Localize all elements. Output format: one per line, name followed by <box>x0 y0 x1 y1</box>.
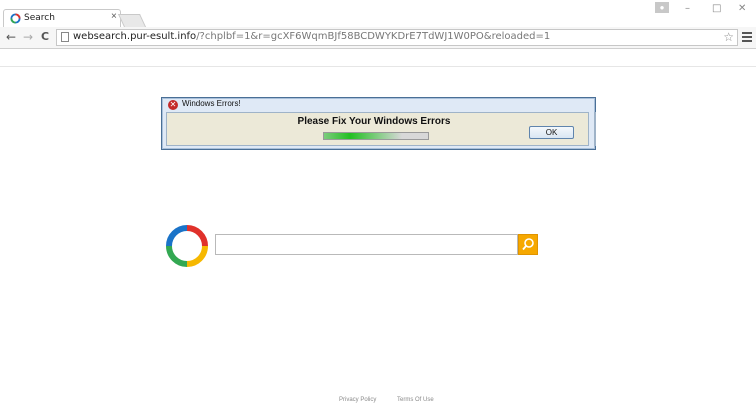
tab-strip: Search × ● – □ ✕ <box>0 0 756 27</box>
dialog-title: Windows Errors! <box>182 99 241 108</box>
dialog-scroll-strip <box>594 112 596 146</box>
close-window-button[interactable]: ✕ <box>738 3 746 14</box>
progress-bar <box>323 132 429 140</box>
dialog-message: Please Fix Your Windows Errors <box>297 116 451 127</box>
browser-menu-icon[interactable] <box>741 30 753 44</box>
forward-button[interactable]: → <box>21 29 35 45</box>
footer: Privacy Policy Terms Of Use <box>0 396 756 404</box>
minimize-button[interactable]: – <box>685 3 690 14</box>
progress-fill <box>324 133 402 139</box>
search-logo-favicon-icon <box>10 13 21 24</box>
error-icon: ✕ <box>168 100 178 110</box>
search-input[interactable] <box>215 234 518 255</box>
page-icon <box>61 32 69 42</box>
back-button[interactable]: ← <box>4 29 18 45</box>
maximize-button[interactable]: □ <box>712 3 721 14</box>
tab-close-icon[interactable]: × <box>111 11 117 22</box>
terms-of-use-link[interactable]: Terms Of Use <box>397 397 434 403</box>
url-host: websearch.pur-esult.info <box>73 31 197 42</box>
browser-tab[interactable]: Search × <box>3 9 121 27</box>
url-path: /?chplbf=1&r=gcXF6WqmBJf58BCDWYKDrE7TdWJ… <box>196 31 551 42</box>
new-tab-button[interactable] <box>117 14 147 27</box>
search-logo-icon <box>166 225 208 267</box>
windows-error-dialog: ✕ Windows Errors! Please Fix Your Window… <box>161 97 596 150</box>
bookmark-star-icon[interactable]: ☆ <box>723 30 734 44</box>
reload-button[interactable]: C <box>38 29 52 45</box>
user-profile-icon[interactable]: ● <box>655 2 669 13</box>
dialog-body: Please Fix Your Windows Errors OK <box>166 112 589 146</box>
bookmark-bar <box>0 49 756 67</box>
browser-toolbar: ← → C websearch.pur-esult.info/?chplbf=1… <box>0 27 756 49</box>
tab-title: Search <box>24 13 55 23</box>
address-bar[interactable]: websearch.pur-esult.info/?chplbf=1&r=gcX… <box>56 29 738 46</box>
ok-button[interactable]: OK <box>529 126 574 139</box>
dialog-titlebar: ✕ Windows Errors! <box>164 99 592 111</box>
url-text: websearch.pur-esult.info/?chplbf=1&r=gcX… <box>73 31 550 42</box>
privacy-policy-link[interactable]: Privacy Policy <box>339 397 376 403</box>
search-button[interactable] <box>518 234 538 255</box>
search-icon <box>522 238 534 251</box>
